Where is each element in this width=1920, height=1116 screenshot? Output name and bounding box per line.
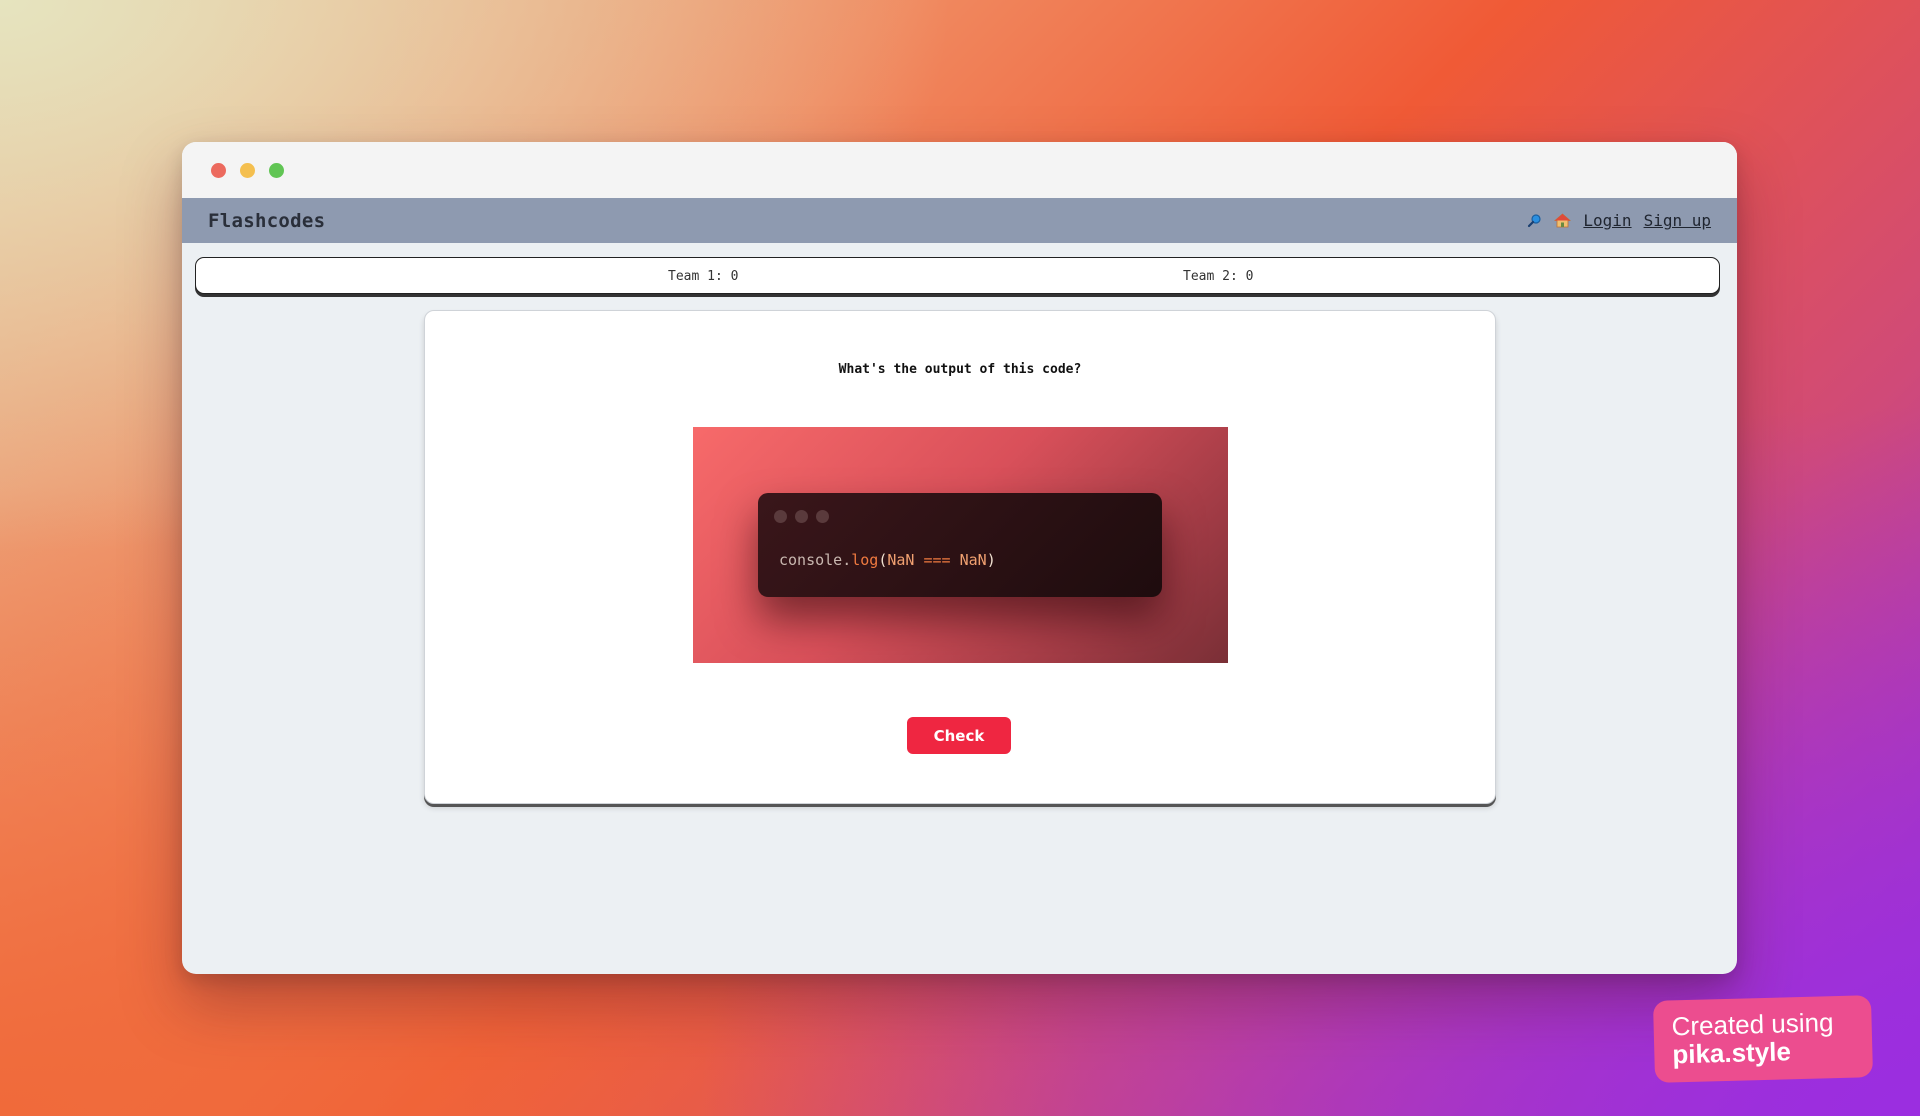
team1-score: Team 1: 0	[668, 269, 739, 284]
code-object: console	[779, 551, 843, 569]
pika-watermark: Created using pika.style	[1652, 995, 1874, 1083]
watermark-line1: Created using	[1671, 1007, 1834, 1042]
signup-link[interactable]: Sign up	[1644, 211, 1711, 230]
code-window-dot	[774, 510, 787, 523]
code-right-operand: NaN	[959, 551, 987, 569]
scoreboard: Team 1: 0 Team 2: 0	[195, 257, 1720, 294]
question-text: What's the output of this code?	[838, 362, 1082, 377]
code-window: console.log(NaN === NaN)	[758, 493, 1162, 597]
close-window-button[interactable]	[211, 163, 226, 178]
check-button[interactable]: Check	[907, 717, 1011, 754]
code-snippet-image: console.log(NaN === NaN)	[693, 427, 1228, 663]
code-window-dot	[816, 510, 829, 523]
minimize-window-button[interactable]	[240, 163, 255, 178]
top-navbar: Flashcodes Login Sign up	[182, 198, 1737, 243]
search-icon[interactable]	[1527, 213, 1542, 228]
code-left-operand: NaN	[887, 551, 915, 569]
code-window-dot	[795, 510, 808, 523]
brand-logo[interactable]: Flashcodes	[208, 210, 325, 232]
flashcard: What's the output of this code? console.…	[424, 310, 1496, 804]
code-line: console.log(NaN === NaN)	[779, 551, 996, 569]
window-titlebar	[182, 142, 1737, 198]
home-icon[interactable]	[1554, 213, 1572, 228]
code-method: log	[851, 551, 879, 569]
code-close-paren: )	[986, 551, 996, 569]
maximize-window-button[interactable]	[269, 163, 284, 178]
browser-window: Flashcodes Login Sign up Team 1: 0 Team …	[182, 142, 1737, 974]
code-dot: .	[842, 551, 852, 569]
code-operator: ===	[923, 551, 951, 569]
team2-score: Team 2: 0	[1183, 269, 1254, 284]
login-link[interactable]: Login	[1583, 211, 1631, 230]
nav-actions: Login Sign up	[1527, 211, 1711, 230]
watermark-line2: pika.style	[1671, 1036, 1792, 1070]
